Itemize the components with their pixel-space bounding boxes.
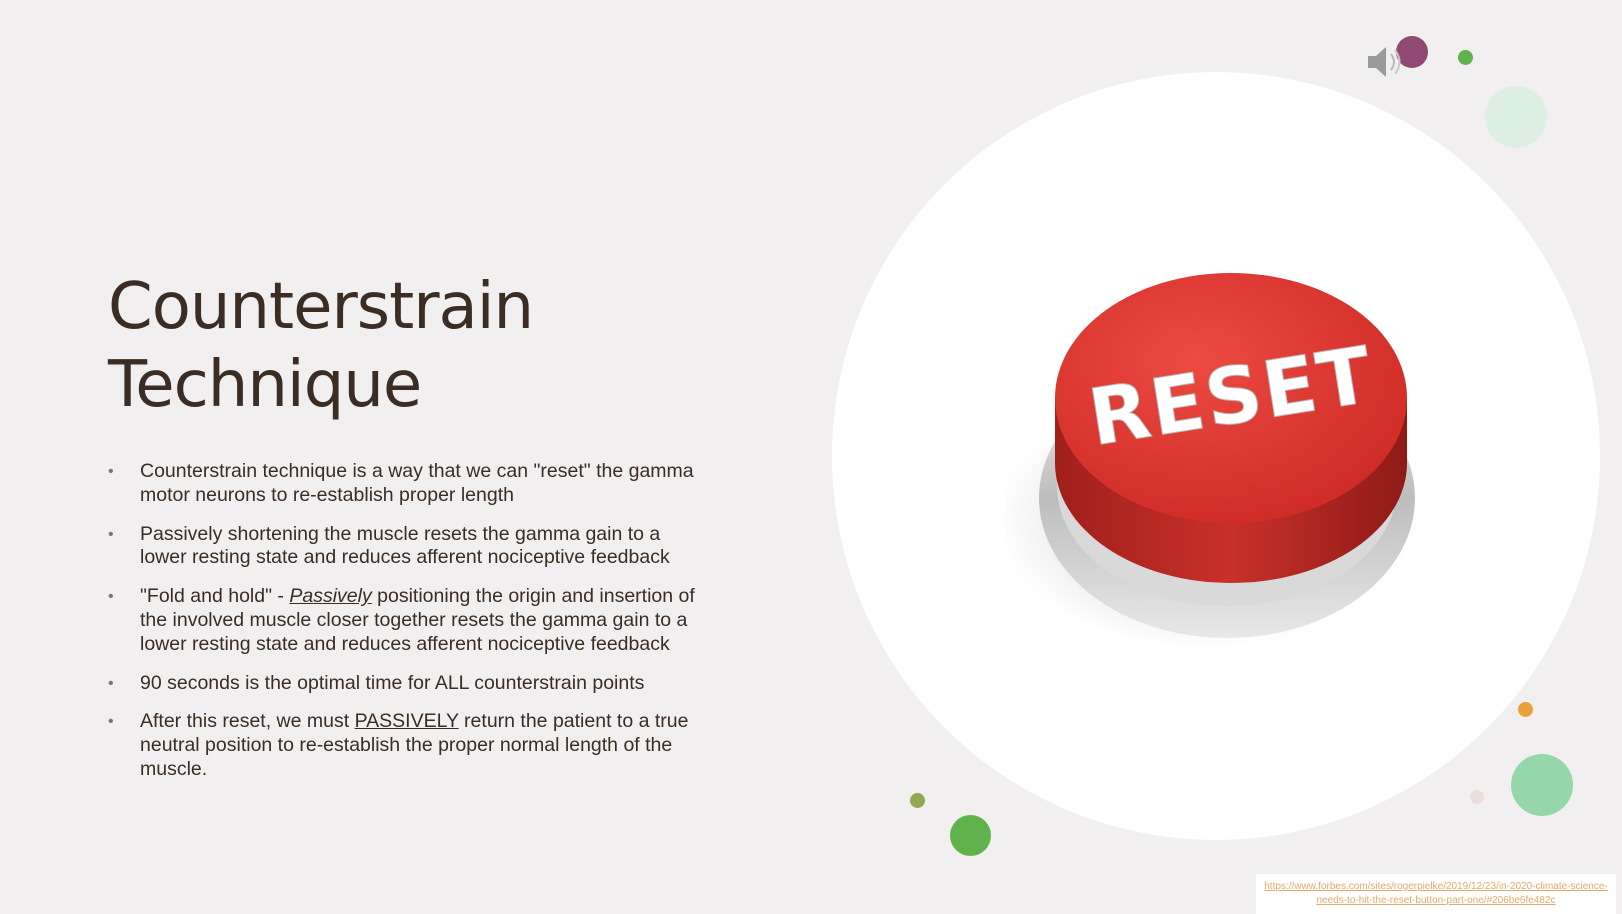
bullet-list: • Counterstrain technique is a way that … xyxy=(108,460,708,797)
decor-circle-pink xyxy=(1470,790,1484,804)
bullet-item: • Counterstrain technique is a way that … xyxy=(108,460,708,508)
bullet-marker: • xyxy=(108,674,114,692)
decor-circle-green xyxy=(950,815,991,856)
reset-button-image: RESET xyxy=(1005,273,1415,648)
decor-circle-small-green xyxy=(1458,50,1473,65)
bullet-text: 90 seconds is the optimal time for ALL c… xyxy=(140,671,645,694)
bullet-item: • "Fold and hold" - Passively positionin… xyxy=(108,585,708,656)
bullet-marker: • xyxy=(108,463,114,480)
slide: RESET Counterstrain Technique • Counterst… xyxy=(0,0,1622,914)
bullet-item: • Passively shortening the muscle resets… xyxy=(108,523,708,571)
bullet-text-lead: After this reset, we must xyxy=(140,710,355,733)
title-line-2: Technique xyxy=(108,348,422,422)
title-line-1: Counterstrain xyxy=(108,270,534,344)
bullet-emphasis: PASSIVELY xyxy=(354,710,459,733)
source-link[interactable]: https://www.forbes.com/sites/rogerpielke… xyxy=(1256,874,1616,908)
speaker-icon[interactable] xyxy=(1364,42,1404,82)
bullet-item: • 90 seconds is the optimal time for ALL… xyxy=(108,672,708,696)
decor-circle-pale-green xyxy=(1485,86,1547,148)
bullet-marker: • xyxy=(108,525,114,543)
bullet-item: • After this reset, we must PASSIVELY re… xyxy=(108,710,708,781)
decor-circle-olive xyxy=(910,793,925,808)
slide-title: Counterstrain Technique xyxy=(108,268,708,424)
bullet-marker: • xyxy=(108,588,114,606)
decor-circle-mint xyxy=(1511,754,1573,816)
bullet-emphasis: Passively xyxy=(289,585,372,608)
decor-circle-orange xyxy=(1518,702,1533,717)
source-link-box: https://www.forbes.com/sites/rogerpielke… xyxy=(1256,874,1616,914)
bullet-text: Counterstrain technique is a way that we… xyxy=(140,460,694,506)
bullet-text: Passively shortening the muscle resets t… xyxy=(140,522,670,569)
bullet-marker: • xyxy=(108,713,114,731)
bullet-text-lead: "Fold and hold" - xyxy=(140,585,290,608)
